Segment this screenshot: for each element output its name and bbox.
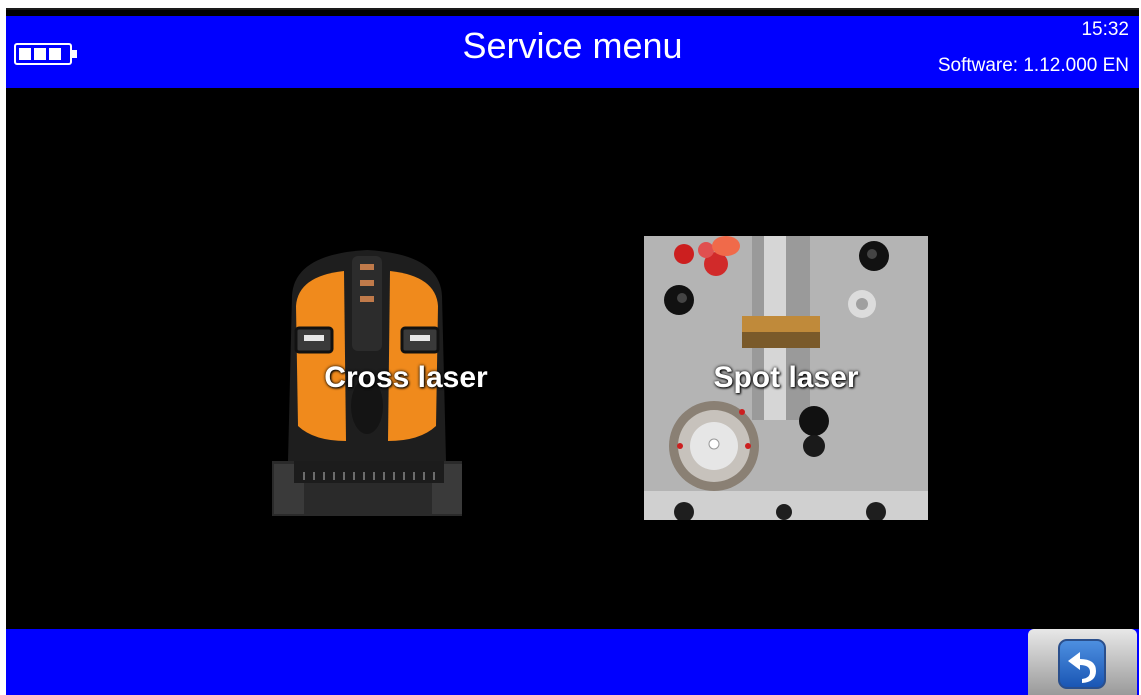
software-version: Software: 1.12.000 EN xyxy=(937,55,1129,76)
spot-laser-label: Spot laser xyxy=(713,361,859,394)
spot-laser-tile[interactable]: Spot laser xyxy=(644,236,928,520)
footer-bar xyxy=(6,629,1139,695)
cross-laser-tile[interactable]: Cross laser xyxy=(264,236,548,520)
clock-time: 15:32 xyxy=(1081,19,1129,40)
app-window: Service menu 15:32 Software: 1.12.000 EN xyxy=(6,8,1139,695)
back-arrow-icon xyxy=(1068,652,1096,683)
cross-laser-label: Cross laser xyxy=(324,361,488,394)
header-bar: Service menu 15:32 Software: 1.12.000 EN xyxy=(6,16,1139,88)
back-button-face xyxy=(1058,639,1106,689)
back-button[interactable] xyxy=(1028,629,1137,695)
